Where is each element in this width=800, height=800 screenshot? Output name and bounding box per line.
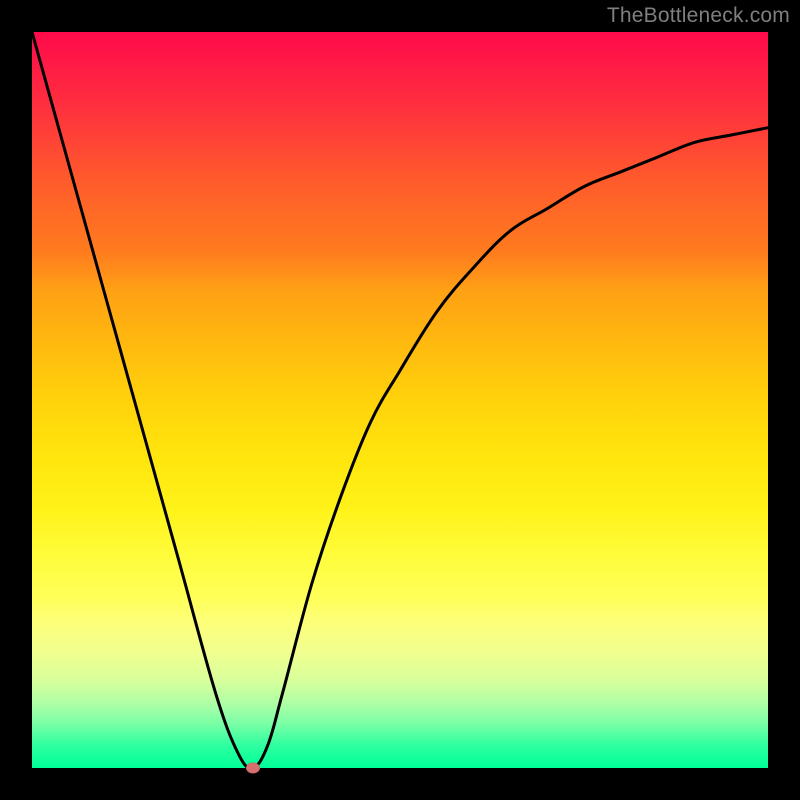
frame: TheBottleneck.com <box>0 0 800 800</box>
plot-area <box>32 32 768 768</box>
minimum-marker <box>246 763 260 774</box>
bottleneck-curve <box>32 32 768 768</box>
watermark-text: TheBottleneck.com <box>607 4 790 28</box>
curve-svg <box>32 32 768 768</box>
